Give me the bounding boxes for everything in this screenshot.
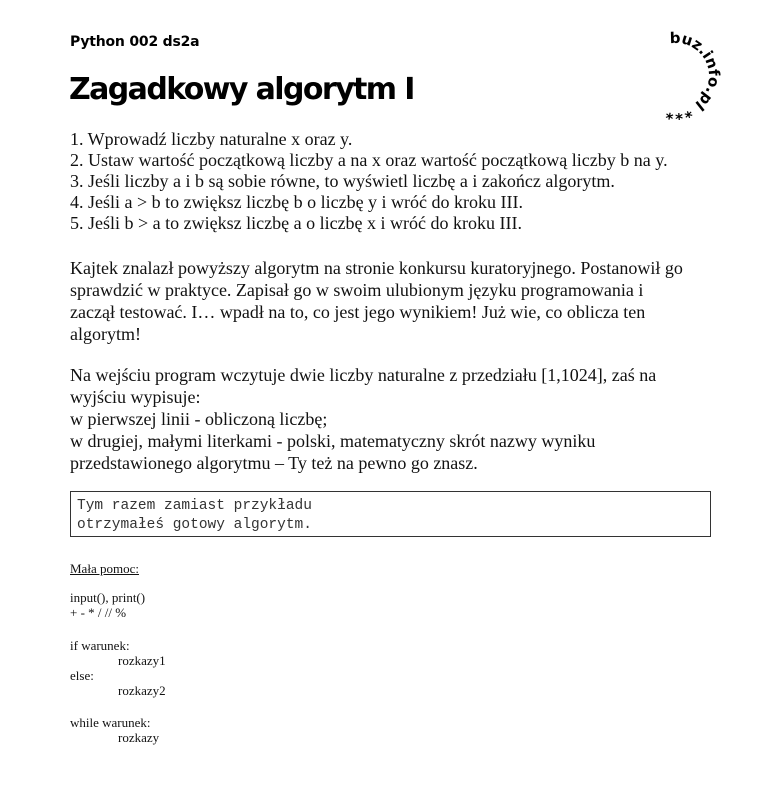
step-item: 5. Jeśli b > a to zwiększ liczbę a o lic… — [70, 213, 523, 233]
task-paragraph: Na wejściu program wczytuje dwie liczby … — [70, 364, 730, 474]
step-item: 3. Jeśli liczby a i b są sobie równe, to… — [70, 171, 615, 191]
help-heading: Mała pomoc: — [70, 561, 139, 576]
help-while-block: while warunek: rozkazy — [70, 715, 159, 745]
step-item: 4. Jeśli a > b to zwiększ liczbę b o lic… — [70, 192, 524, 212]
example-line: Tym razem zamiast przykładu — [77, 498, 312, 514]
help-else-body: rozkazy2 — [118, 683, 166, 698]
help-while-body: rozkazy — [118, 730, 160, 745]
task-line: Na wejściu program wczytuje dwie liczby … — [70, 365, 657, 385]
story-line: zaczął testować. I… wpadł na to, co jest… — [70, 302, 646, 322]
story-paragraph: Kajtek znalazł powyższy algorytm na stro… — [70, 257, 730, 345]
page-title: Zagadkowy algorytm I — [69, 72, 415, 107]
help-io: input(), print() — [70, 590, 146, 605]
help-if-block: if warunek: rozkazy1 else: rozkazy2 — [70, 638, 166, 698]
help-if-body: rozkazy1 — [118, 653, 166, 668]
story-line: sprawdzić w praktyce. Zapisał go w swoim… — [70, 280, 644, 300]
story-line: algorytm! — [70, 324, 141, 344]
task-line: przedstawionego algorytmu – Ty też na pe… — [70, 453, 478, 473]
step-item: 2. Ustaw wartość początkową liczby a na … — [70, 150, 668, 170]
site-logo: buz.info.pl *** — [664, 30, 722, 122]
help-operators: + - * / // % — [70, 605, 127, 620]
help-if: if warunek: — [70, 638, 130, 653]
story-line: Kajtek znalazł powyższy algorytm na stro… — [70, 258, 683, 278]
document-code: Python 002 ds2a — [70, 34, 200, 50]
example-line: otrzymałeś gotowy algorytm. — [77, 517, 312, 533]
example-box: Tym razem zamiast przykładu otrzymałeś g… — [70, 491, 711, 537]
step-item: 1. Wprowadź liczby naturalne x oraz y. — [70, 129, 353, 149]
task-line: wyjściu wypisuje: — [70, 387, 201, 407]
help-else: else: — [70, 668, 94, 683]
task-line: w pierwszej linii - obliczoną liczbę; — [70, 409, 328, 429]
help-while: while warunek: — [70, 715, 151, 730]
logo-text: buz.info.pl *** — [664, 30, 722, 122]
help-io-block: input(), print() + - * / // % — [70, 590, 145, 620]
algorithm-steps: 1. Wprowadź liczby naturalne x oraz y. 2… — [70, 129, 668, 234]
task-line: w drugiej, małymi literkami - polski, ma… — [70, 431, 596, 451]
